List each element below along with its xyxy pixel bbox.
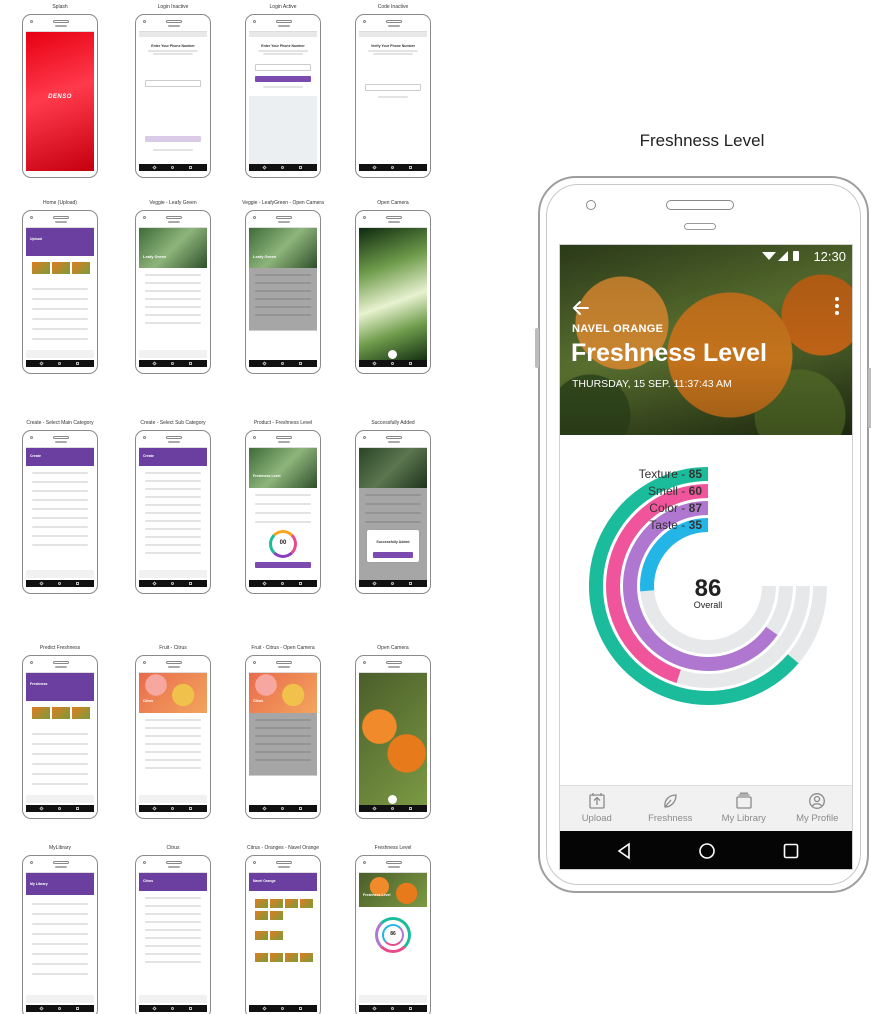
thumb-heading: Leafy Green bbox=[143, 254, 167, 259]
app-screen: 12:30 NAVEL ORANGE Freshness Level THURS… bbox=[559, 244, 853, 870]
tab-label: My Profile bbox=[796, 813, 839, 824]
status-icons bbox=[762, 251, 799, 261]
thumb-heading: Successfully Added bbox=[376, 540, 410, 544]
back-icon[interactable] bbox=[616, 842, 632, 860]
thumbnail-caption: MyLibrary bbox=[49, 845, 71, 851]
sensor bbox=[684, 223, 716, 230]
thumbnail-caption: Create - Select Main Category bbox=[26, 420, 94, 426]
home-icon[interactable] bbox=[698, 842, 716, 860]
tab-label: Freshness bbox=[648, 813, 693, 824]
bottom-tab-bar: Upload Freshness My Library My Profile bbox=[560, 785, 853, 831]
thumbnail-caption: Splash bbox=[52, 4, 68, 10]
thumbnail-caption: Citrus bbox=[166, 845, 180, 851]
page-title: Freshness Level bbox=[571, 339, 767, 367]
speaker bbox=[666, 200, 734, 210]
section-title: Freshness Level bbox=[639, 131, 765, 150]
thumbnail-caption: Home (Upload) bbox=[43, 200, 77, 206]
thumb-heading: Freshness Level bbox=[363, 893, 391, 897]
status-bar: 12:30 bbox=[560, 245, 852, 267]
label-taste: Taste - 35 bbox=[649, 518, 702, 532]
overall-score: 86 bbox=[695, 575, 722, 602]
thumb-heading: Verify Your Phone Number bbox=[370, 44, 416, 48]
thumb-score: 86 bbox=[390, 931, 396, 937]
wifi-icon bbox=[762, 252, 776, 260]
thumb-heading: Citrus bbox=[143, 699, 154, 703]
thumbnail-caption: Fruit - Citrus bbox=[159, 645, 187, 651]
upload-icon bbox=[589, 793, 605, 809]
profile-icon bbox=[809, 793, 826, 809]
thumb-heading: Enter Your Phone Number bbox=[151, 44, 195, 48]
recents-icon[interactable] bbox=[782, 842, 800, 860]
thumb-score: 00 bbox=[279, 540, 287, 546]
thumbnail-caption: Login Inactive bbox=[157, 4, 189, 10]
thumbnail-caption: Create - Select Sub Category bbox=[140, 420, 206, 426]
thumb-heading: Freshness bbox=[30, 682, 48, 686]
label-color: Color - 87 bbox=[649, 501, 702, 515]
thumb-heading: Enter Your Phone Number bbox=[261, 44, 305, 48]
product-name: NAVEL ORANGE bbox=[572, 323, 664, 335]
tab-label: My Library bbox=[721, 813, 766, 824]
system-navigation-bar bbox=[560, 831, 852, 869]
status-time: 12:30 bbox=[813, 249, 846, 264]
thumb-heading: Upload bbox=[30, 237, 42, 241]
thumb-heading: Create bbox=[30, 454, 41, 458]
radial-chart: Texture - 85 Smell - 60 Color - 87 Taste - … bbox=[589, 467, 827, 705]
back-arrow-icon[interactable] bbox=[570, 297, 592, 319]
phone-frame: 12:30 NAVEL ORANGE Freshness Level THURS… bbox=[535, 176, 871, 893]
thumbnail-caption: Freshness Level bbox=[374, 845, 412, 851]
overall-label: Overall bbox=[694, 600, 723, 610]
volume-button bbox=[535, 328, 539, 368]
hero-image: 12:30 NAVEL ORANGE Freshness Level THURS… bbox=[560, 245, 852, 435]
library-icon bbox=[736, 792, 752, 809]
thumbnail-caption: Predict Freshness bbox=[39, 645, 81, 651]
thumbnail-caption: Veggie - Leafy Green bbox=[149, 200, 197, 206]
thumbnail-caption: Citrus - Oranges - Navel Orange bbox=[247, 845, 319, 851]
thumbnail-caption: Successfully Added bbox=[371, 420, 415, 426]
freshness-chart: Texture - 85 Smell - 60 Color - 87 Taste - … bbox=[560, 435, 852, 785]
thumbnail-caption: Open Camera bbox=[377, 200, 409, 206]
thumbnail-caption: Login Active bbox=[269, 4, 297, 10]
tab-freshness[interactable]: Freshness bbox=[634, 786, 708, 831]
leaf-icon bbox=[664, 794, 677, 808]
thumbnail-caption: Product - Freshness Level bbox=[253, 420, 313, 426]
thumb-heading: Create bbox=[143, 454, 154, 458]
more-options-icon[interactable] bbox=[834, 297, 840, 317]
tab-my-library[interactable]: My Library bbox=[707, 786, 781, 831]
thumbnail-caption: Open Camera bbox=[377, 645, 409, 651]
screen-thumbnail-grid: Splash DENSO Login Inactive Enter Your P… bbox=[0, 0, 480, 1014]
thumb-heading: Citrus bbox=[143, 879, 154, 883]
tab-upload[interactable]: Upload bbox=[560, 786, 634, 831]
thumb-heading: Navel Orange bbox=[253, 879, 276, 883]
thumb-logo: DENSO bbox=[48, 94, 72, 100]
thumb-heading: Freshness Level bbox=[253, 474, 281, 478]
signal-icon bbox=[778, 251, 788, 261]
thumb-heading: My Library bbox=[30, 882, 48, 886]
thumbnail-caption: Code Inactive bbox=[377, 4, 409, 10]
label-smell: Smell - 60 bbox=[648, 484, 702, 498]
label-texture: Texture - 85 bbox=[639, 467, 703, 481]
battery-icon bbox=[793, 251, 799, 261]
thumb-heading: Citrus bbox=[253, 699, 264, 703]
tab-my-profile[interactable]: My Profile bbox=[781, 786, 853, 831]
front-camera bbox=[586, 200, 596, 210]
thumbnail-caption: Fruit - Citrus - Open Camera bbox=[251, 645, 315, 651]
timestamp: THURSDAY, 15 SEP. 11:37:43 AM bbox=[572, 378, 732, 390]
thumbnail-caption: Veggie - LeafyGreen - Open Camera bbox=[242, 200, 324, 206]
tab-label: Upload bbox=[581, 813, 612, 824]
thumb-heading: Leafy Green bbox=[253, 254, 277, 259]
